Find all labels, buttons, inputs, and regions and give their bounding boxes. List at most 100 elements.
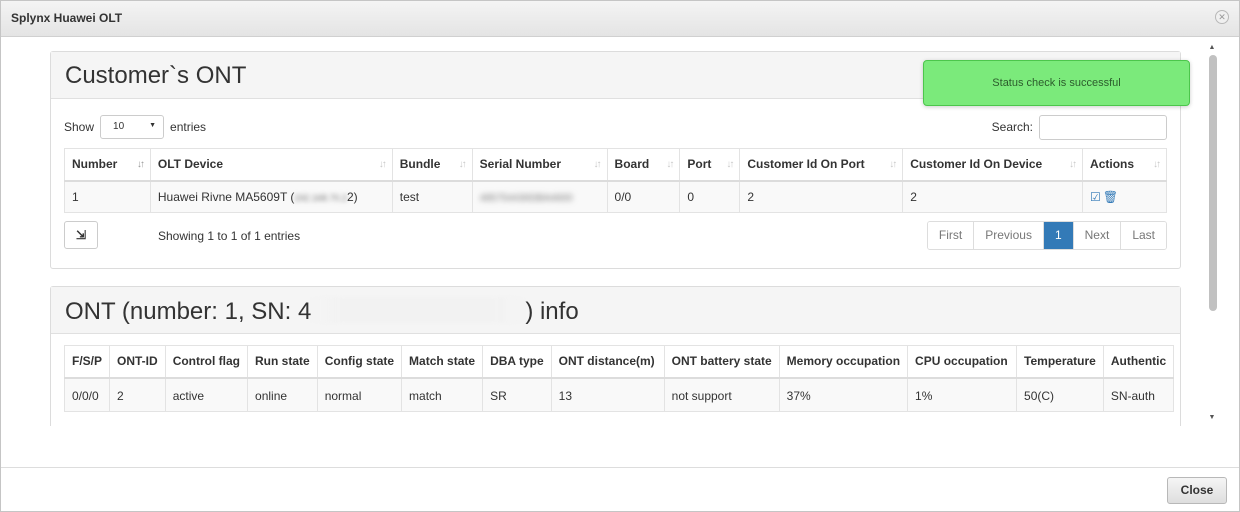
table-row: 1 Huawei Rivne MA5609T (192.168.70.22) t… [64, 180, 1167, 213]
search-label: Search: [991, 120, 1033, 134]
search-input[interactable] [1039, 114, 1167, 140]
table-footer: ⇲ Showing 1 to 1 of 1 entries First Prev… [64, 221, 1167, 251]
table-header-row: F/S/P ONT-ID Control flag Run state Conf… [63, 345, 1175, 379]
cell-cpu: 1% [907, 377, 1018, 412]
blurred-sn [311, 297, 526, 323]
cell-actions: ☑🗑 [1082, 180, 1167, 213]
page-current[interactable]: 1 [1043, 222, 1074, 249]
col-authentic: Authentic [1102, 345, 1175, 379]
col-customer-id-port[interactable]: Customer Id On Port ↓↑ [739, 148, 904, 182]
sort-icon: ↓↑ [726, 159, 734, 170]
caret-down-icon: ▼ [149, 122, 157, 129]
toast-message: Status check is successful [992, 77, 1121, 89]
cell-control-flag: active [164, 377, 249, 412]
col-dba-type: DBA type [482, 345, 552, 379]
sort-asc-icon: ↓↑ [136, 159, 145, 170]
cell-match-state: match [401, 377, 484, 412]
col-actions[interactable]: Actions ↓↑ [1082, 148, 1167, 182]
dialog-footer: Close [1, 467, 1239, 511]
col-cpu: CPU occupation [907, 345, 1018, 379]
ont-info-title: ONT (number: 1, SN: 4) info [65, 297, 579, 325]
cell-config-state: normal [316, 377, 403, 412]
customer-ont-title: Customer`s ONT [65, 62, 247, 89]
col-fsp: F/S/P [63, 345, 111, 379]
show-label: Show [64, 120, 95, 134]
dialog-titlebar: Splynx Huawei OLT ✕ [1, 1, 1239, 37]
cell-customer-id-device: 2 [902, 180, 1084, 213]
ont-info-table: F/S/P ONT-ID Control flag Run state Conf… [63, 345, 1175, 412]
col-board[interactable]: Board ↓↑ [606, 148, 681, 182]
customer-ont-table: Number ↓↑ OLT Device ↓↑ Bundle ↓↑ Serial Nu… [64, 148, 1167, 213]
col-olt-device[interactable]: OLT Device ↓↑ [149, 148, 393, 182]
content-scrollbar[interactable]: ▲ ▼ [1205, 41, 1219, 425]
close-button[interactable]: Close [1167, 477, 1227, 504]
col-customer-id-device[interactable]: Customer Id On Device ↓↑ [902, 148, 1084, 182]
col-port[interactable]: Port ↓↑ [679, 148, 741, 182]
table-header-row: Number ↓↑ OLT Device ↓↑ Bundle ↓↑ Serial Nu… [64, 148, 1167, 182]
trash-icon[interactable]: 🗑 [1103, 190, 1120, 204]
cell-serial-number: 485754430DBA4600 [471, 180, 608, 213]
cell-port: 0 [679, 180, 741, 213]
export-button[interactable]: ⇲ [64, 221, 98, 249]
cell-dba-type: SR [482, 377, 552, 412]
col-run-state: Run state [247, 345, 318, 379]
col-config-state: Config state [316, 345, 403, 379]
export-icon: ⇲ [75, 228, 87, 242]
sort-icon: ↓↑ [378, 159, 387, 170]
col-number[interactable]: Number ↓↑ [64, 148, 151, 182]
col-match-state: Match state [401, 345, 484, 379]
col-temperature: Temperature [1016, 345, 1104, 379]
page-previous[interactable]: Previous [974, 222, 1044, 249]
cell-customer-id-port: 2 [739, 180, 904, 213]
cell-ont-distance: 13 [550, 377, 665, 412]
cell-memory: 37% [778, 377, 909, 412]
sort-icon: ↓↑ [593, 159, 602, 170]
blurred-ip: 192.168.70.2 [294, 192, 347, 203]
page-size-value: 10 [113, 121, 125, 132]
cell-run-state: online [247, 377, 318, 412]
scroll-up-icon[interactable]: ▲ [1207, 43, 1217, 53]
search-control: Search: [992, 114, 1167, 140]
sort-icon: ↓↑ [458, 159, 467, 170]
entries-length-control: Show 10 ▼ entries [64, 114, 206, 140]
pagination: First Previous 1 Next Last [926, 221, 1167, 250]
scroll-down-icon[interactable]: ▼ [1207, 413, 1217, 423]
scrollbar-thumb[interactable] [1209, 55, 1217, 311]
sort-icon: ↓↑ [889, 159, 897, 170]
circle-x-icon[interactable]: ✕ [1215, 10, 1229, 24]
page-size-select[interactable]: 10 ▼ [100, 115, 165, 139]
ont-info-header: ONT (number: 1, SN: 4) info [51, 287, 1180, 334]
col-battery-state: ONT battery state [663, 345, 780, 379]
status-toast[interactable]: Status check is successful [923, 60, 1190, 106]
cell-number: 1 [64, 180, 151, 213]
cell-bundle: test [391, 180, 473, 213]
dialog-content: Customer`s ONT Show 10 ▼ entries Search:… [1, 38, 1223, 426]
table-row: 0/0/0 2 active online normal match SR 13… [63, 377, 1175, 412]
col-ont-distance: ONT distance(m) [550, 345, 665, 379]
cell-temperature: 50(C) [1016, 377, 1104, 412]
cell-ont-id: 2 [109, 377, 166, 412]
page-next[interactable]: Next [1073, 222, 1122, 249]
dialog: Splynx Huawei OLT ✕ Customer`s ONT Show … [0, 0, 1240, 512]
col-ont-id: ONT-ID [109, 345, 166, 379]
cell-battery-state: not support [663, 377, 780, 412]
edit-check-icon[interactable]: ☑ [1090, 190, 1103, 204]
sort-icon: ↓↑ [1069, 159, 1077, 170]
cell-fsp: 0/0/0 [63, 377, 111, 412]
dialog-title: Splynx Huawei OLT [11, 11, 123, 25]
col-serial-number[interactable]: Serial Number ↓↑ [471, 148, 608, 182]
cell-olt-device: Huawei Rivne MA5609T (192.168.70.22) [149, 180, 393, 213]
col-memory: Memory occupation [778, 345, 909, 379]
blurred-serial: 485754430DBA4600 [479, 192, 573, 204]
sort-icon: ↓↑ [1153, 159, 1161, 170]
col-control-flag: Control flag [164, 345, 249, 379]
cell-authentic: SN-auth [1102, 377, 1175, 412]
table-info: Showing 1 to 1 of 1 entries [158, 229, 301, 243]
page-first[interactable]: First [927, 222, 975, 249]
cell-board: 0/0 [606, 180, 681, 213]
entries-label: entries [170, 120, 207, 134]
sort-icon: ↓↑ [666, 159, 674, 170]
page-last[interactable]: Last [1121, 222, 1166, 249]
ont-info-panel: ONT (number: 1, SN: 4) info F/S/P ONT-ID… [50, 286, 1181, 426]
col-bundle[interactable]: Bundle ↓↑ [391, 148, 473, 182]
